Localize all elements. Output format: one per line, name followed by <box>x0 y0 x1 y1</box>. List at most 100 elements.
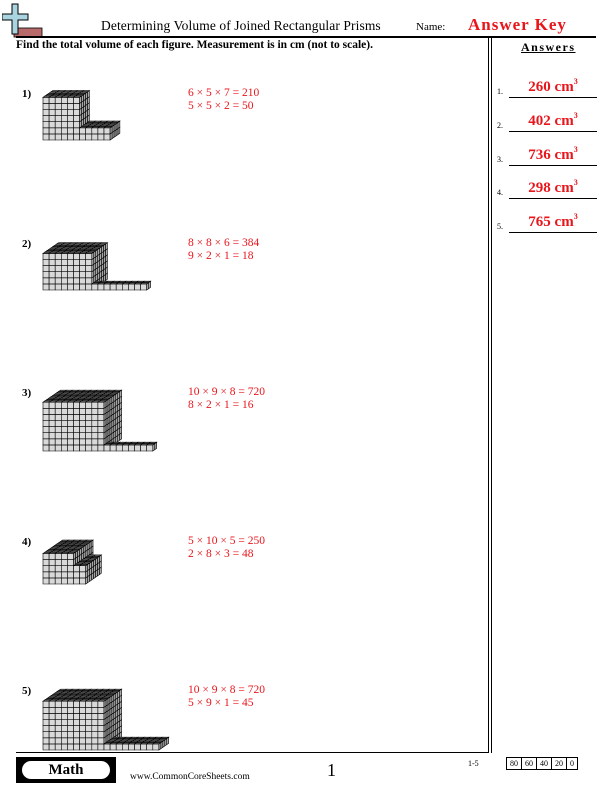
cube-front-face <box>54 577 62 585</box>
cube-front-face <box>42 277 50 285</box>
cube-front-face <box>42 438 50 446</box>
answer-line <box>509 97 597 98</box>
cube-front-face <box>91 407 99 415</box>
cube-front-face <box>54 571 62 579</box>
answer-value[interactable]: 260 cm3 <box>509 77 597 96</box>
cube-front-face <box>54 559 62 567</box>
cube-front-face <box>91 420 99 427</box>
cube-front-face <box>97 414 105 421</box>
site-link[interactable]: www.CommonCoreSheets.com <box>130 772 250 782</box>
answer-value[interactable]: 736 cm3 <box>509 145 597 164</box>
calculation: 8 × 8 × 6 = 384 9 × 2 × 1 = 18 <box>188 237 259 262</box>
answer-line <box>509 232 597 233</box>
cube-front-face <box>54 565 62 573</box>
cube-front-face <box>97 743 105 751</box>
answer-number: 3. <box>497 155 503 164</box>
cube-front-face <box>91 444 99 452</box>
cube-front-face <box>91 743 99 751</box>
cube-front-face <box>91 737 99 745</box>
cube-front-face <box>48 265 56 273</box>
cube-front-face <box>91 725 99 733</box>
cube-front-face <box>73 432 80 440</box>
cube-front-face <box>42 444 50 452</box>
score-range-label: 1-5 <box>468 759 479 768</box>
cube-front-face <box>54 414 62 421</box>
cube-front-face <box>73 133 80 141</box>
cube-front-face <box>67 432 74 440</box>
cube-front-face <box>54 743 62 751</box>
cube-front-face <box>42 109 50 116</box>
answer-value[interactable]: 765 cm3 <box>509 212 597 231</box>
cube-front-face <box>48 719 56 726</box>
cube-front-face <box>85 271 93 279</box>
cube-front-face <box>42 725 50 733</box>
cube-top-face <box>78 564 89 567</box>
answer-line <box>509 198 597 199</box>
cube-front-face <box>48 426 56 434</box>
cube-front-face <box>48 706 56 714</box>
cube-front-face <box>48 97 56 104</box>
cube-front-face <box>128 743 135 751</box>
cube-front-face <box>48 571 56 579</box>
cube-front-face <box>48 559 56 567</box>
cube-front-face <box>48 743 56 751</box>
cube-front-face <box>54 444 62 452</box>
cube-front-face <box>109 743 117 751</box>
cube-front-face <box>60 133 68 141</box>
cube-front-face <box>54 737 62 745</box>
cube-front-face <box>97 444 105 452</box>
problem: 1) 6 × 5 × 7 = 210 5 × 5 × 2 = 50 <box>0 85 470 215</box>
cube-front-face <box>73 115 80 123</box>
cube-front-face <box>54 407 62 415</box>
cube-front-face <box>54 127 62 135</box>
cube-front-face <box>54 121 62 129</box>
cube-front-face <box>67 414 74 421</box>
cube-front-face <box>60 438 68 446</box>
cube-front-face <box>73 253 80 260</box>
cube-front-face <box>79 438 86 446</box>
cube-front-face <box>91 127 99 135</box>
cube-front-face <box>60 121 68 129</box>
cube-front-face <box>67 401 74 409</box>
cube-front-face <box>85 420 93 427</box>
cube-front-face <box>60 725 68 733</box>
cube-front-face <box>73 103 80 110</box>
score-cell: 20 <box>551 757 567 770</box>
cube-front-face <box>67 571 74 579</box>
cube-front-face <box>73 265 80 273</box>
cube-front-face <box>67 133 74 141</box>
cube-front-face <box>91 731 99 739</box>
cube-front-face <box>48 103 56 110</box>
cube-front-face <box>54 719 62 726</box>
cube-front-face <box>60 265 68 273</box>
cube-front-face <box>54 103 62 110</box>
cube-front-face <box>97 737 105 745</box>
cube-front-face <box>73 97 80 104</box>
cube-front-face <box>85 407 93 415</box>
cube-front-face <box>54 265 62 273</box>
cube-front-face <box>73 706 80 714</box>
cube-front-face <box>67 713 74 720</box>
cube-front-face <box>48 737 56 745</box>
cube-front-face <box>54 420 62 427</box>
cube-front-face <box>60 700 68 708</box>
cube-front-face <box>73 426 80 434</box>
cube-front-face <box>79 737 86 745</box>
cube-front-face <box>73 577 80 585</box>
cube-front-face <box>60 719 68 726</box>
answer-value[interactable]: 402 cm3 <box>509 111 597 130</box>
column-divider <box>491 38 492 753</box>
cube-front-face <box>60 426 68 434</box>
cube-front-face <box>60 127 68 135</box>
cube-top-face <box>96 400 107 403</box>
answer-value[interactable]: 298 cm3 <box>509 178 597 197</box>
answers-title: Answers <box>521 40 576 54</box>
cube-front-face <box>42 553 50 560</box>
cube-front-face <box>48 277 56 285</box>
cube-front-face <box>85 432 93 440</box>
cube-front-face <box>48 420 56 427</box>
cube-front-face <box>91 133 99 141</box>
cube-front-face <box>91 426 99 434</box>
cube-front-face <box>67 737 74 745</box>
cube-front-face <box>67 565 74 573</box>
